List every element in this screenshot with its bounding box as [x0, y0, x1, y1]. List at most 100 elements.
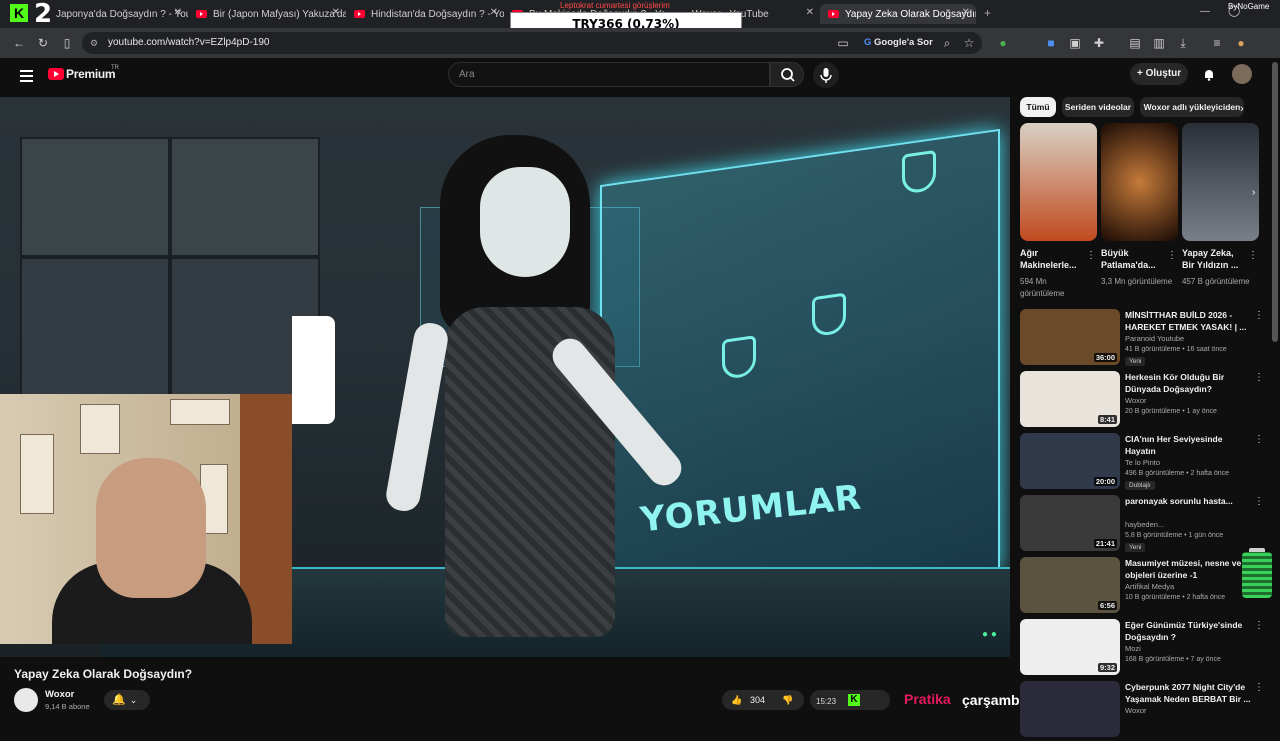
- recommendation-channel[interactable]: Woxor: [1125, 396, 1147, 405]
- ask-google-label: Google'a Sor: [874, 37, 933, 48]
- close-tab-icon[interactable]: ✕: [962, 7, 970, 18]
- short-thumbnail[interactable]: [1101, 123, 1178, 241]
- recommendation-item[interactable]: 9:32 Eğer Günümüz Türkiye'sinde Doğsaydın…: [1020, 619, 1270, 679]
- short-thumbnail[interactable]: [1182, 123, 1259, 241]
- recommendation-item[interactable]: Cyberpunk 2077 Night City'de Yaşamak Ned…: [1020, 681, 1270, 741]
- more-vert-icon[interactable]: ⋮: [1254, 682, 1264, 693]
- recommendation-channel[interactable]: Paranoid Youtube: [1125, 334, 1184, 343]
- close-tab-icon[interactable]: ✕: [174, 7, 182, 18]
- recommendation-title[interactable]: CIA'nın Her Seviyesinde Hayatın: [1125, 433, 1253, 457]
- chip-uploader[interactable]: Woxor adlı yükleyiciden: [1140, 97, 1244, 117]
- channel-avatar[interactable]: [14, 688, 38, 712]
- recommendation-title[interactable]: Masumiyet müzesi, nesne ve objeleri üzer…: [1125, 557, 1253, 581]
- search-button[interactable]: [770, 62, 804, 87]
- dislike-icon[interactable]: 👎: [782, 690, 793, 710]
- translate-icon[interactable]: ■: [1044, 36, 1058, 50]
- recommendation-thumbnail[interactable]: 8:41: [1020, 371, 1120, 427]
- channel-subscribers: 9,14 B abone: [45, 702, 90, 711]
- recommendation-channel[interactable]: Woxor: [1125, 706, 1147, 715]
- close-tab-icon[interactable]: ✕: [332, 7, 340, 18]
- recommendation-thumbnail[interactable]: 20:00: [1020, 433, 1120, 489]
- reading-icon[interactable]: ▥: [1152, 36, 1166, 50]
- tab-japonya[interactable]: Japonya'da Doğsaydın ? - YouT ✕: [48, 4, 188, 24]
- youtube-premium-brand[interactable]: Premium: [66, 67, 116, 81]
- ask-google-button[interactable]: G Google'a Sor: [858, 32, 939, 54]
- chevron-right-icon[interactable]: ›: [1240, 103, 1244, 115]
- voice-search-button[interactable]: [813, 62, 839, 88]
- recommendation-title[interactable]: MİNSİTTHAR BUİLD 2026 - HAREKET ETMEK YA…: [1125, 309, 1253, 333]
- zoom-icon[interactable]: ⌕: [940, 36, 954, 50]
- minimize-icon[interactable]: —: [1200, 6, 1210, 17]
- back-icon[interactable]: ←: [12, 36, 26, 50]
- more-vert-icon[interactable]: ⋮: [1254, 620, 1264, 631]
- split-view-icon[interactable]: ▤: [1128, 36, 1142, 50]
- more-vert-icon[interactable]: ⋮: [1248, 250, 1258, 261]
- recommendation-item[interactable]: 6:56 Masumiyet müzesi, nesne ve objeleri …: [1020, 557, 1270, 617]
- sidebar-icon[interactable]: ▯: [60, 36, 74, 50]
- recommendation-title[interactable]: paronayak sorunlu hasta...: [1125, 495, 1253, 519]
- media-icon[interactable]: ≡: [1210, 36, 1224, 50]
- recommendation-channel[interactable]: Artifikal Medya: [1125, 582, 1174, 591]
- extension-icon[interactable]: ●: [996, 36, 1010, 50]
- bookmark-star-icon[interactable]: ☆: [962, 36, 976, 50]
- more-vert-icon[interactable]: ⋮: [1254, 372, 1264, 383]
- reload-icon[interactable]: ↻: [36, 36, 50, 50]
- recommendation-thumbnail[interactable]: 6:56: [1020, 557, 1120, 613]
- microphone-icon: [820, 68, 832, 83]
- notifications-bell-icon[interactable]: [1202, 67, 1216, 81]
- recommendation-thumbnail[interactable]: 9:32: [1020, 619, 1120, 675]
- more-vert-icon[interactable]: ⋮: [1254, 434, 1264, 445]
- create-button[interactable]: + Oluştur: [1130, 63, 1188, 85]
- recommendation-badge: Yeni: [1125, 543, 1146, 552]
- recommendation-item[interactable]: 21:41 paronayak sorunlu hasta... haybeden.…: [1020, 495, 1270, 555]
- profile-icon[interactable]: ●: [1234, 36, 1248, 50]
- short-thumbnail[interactable]: [1020, 123, 1097, 241]
- channel-name[interactable]: Woxor: [45, 689, 74, 700]
- video-duration: 36:00: [1093, 353, 1117, 362]
- like-icon[interactable]: 👍: [731, 690, 742, 710]
- youtube-logo-icon[interactable]: [48, 68, 64, 80]
- cast-icon[interactable]: ▭: [836, 36, 850, 50]
- account-avatar[interactable]: [1232, 64, 1252, 84]
- new-tab-icon[interactable]: +: [984, 6, 991, 20]
- chevron-right-icon[interactable]: ›: [1252, 187, 1255, 198]
- recommendation-title[interactable]: Herkesin Kör Olduğu Bir Dünyada Doğsaydı…: [1125, 371, 1253, 395]
- recommendation-channel[interactable]: Mozi: [1125, 644, 1141, 653]
- short-title[interactable]: Yapay Zeka, Bir Yıldızın ...: [1182, 247, 1248, 271]
- more-vert-icon[interactable]: ⋮: [1254, 310, 1264, 321]
- tab-hindistan[interactable]: Hindistan'da Doğsaydın ? - You ✕: [346, 4, 504, 24]
- tab-yapay-zeka[interactable]: Yapay Zeka Olarak Doğsaydın? ✕: [820, 4, 976, 24]
- search-input[interactable]: Ara: [448, 62, 770, 87]
- extension-icon[interactable]: ▣: [1068, 36, 1082, 50]
- recommendation-item[interactable]: 8:41 Herkesin Kör Olduğu Bir Dünyada Doğs…: [1020, 371, 1270, 431]
- recommendation-title[interactable]: Cyberpunk 2077 Night City'de Yaşamak Ned…: [1125, 681, 1253, 705]
- download-icon[interactable]: ⤓: [1176, 36, 1190, 50]
- chip-all[interactable]: Tümü: [1020, 97, 1056, 117]
- close-tab-icon[interactable]: ✕: [806, 7, 814, 18]
- site-info-icon[interactable]: ⚙: [90, 32, 98, 54]
- more-vert-icon[interactable]: ⋮: [1086, 250, 1096, 261]
- recommendation-channel[interactable]: haybeden...: [1125, 520, 1164, 529]
- subscription-bell-button[interactable]: 🔔 ⌄: [104, 690, 150, 710]
- extensions-puzzle-icon[interactable]: ✚: [1092, 36, 1106, 50]
- bynogame-watermark: ByNoGame: [1228, 2, 1270, 11]
- recommendation-thumbnail[interactable]: 21:41: [1020, 495, 1120, 551]
- menu-icon[interactable]: [20, 70, 33, 82]
- page-scrollbar[interactable]: [1272, 62, 1278, 342]
- recommendation-item[interactable]: 36:00 MİNSİTTHAR BUİLD 2026 - HAREKET ETM…: [1020, 309, 1270, 369]
- close-tab-icon[interactable]: ✕: [490, 7, 498, 18]
- recommendation-title[interactable]: Eğer Günümüz Türkiye'sinde Doğsaydın ?: [1125, 619, 1253, 643]
- short-title[interactable]: Büyük Patlama'da...: [1101, 247, 1167, 271]
- recommendation-thumbnail[interactable]: [1020, 681, 1120, 737]
- tab-yakuza[interactable]: Bir (Japon Mafyası) Yakuza'da D ✕: [188, 4, 346, 24]
- recommendation-channel[interactable]: Te lo Pinto: [1125, 458, 1160, 467]
- recommendation-item[interactable]: 20:00 CIA'nın Her Seviyesinde Hayatın Te l…: [1020, 433, 1270, 493]
- short-title[interactable]: Ağır Makinelerle...: [1020, 247, 1086, 271]
- video-duration: 21:41: [1093, 539, 1117, 548]
- video-player[interactable]: YORUMLAR ● ●: [0, 97, 1010, 657]
- chip-series[interactable]: Seriden videolar: [1062, 97, 1134, 117]
- like-dislike-group[interactable]: 👍 304 👎: [722, 690, 804, 710]
- more-vert-icon[interactable]: ⋮: [1167, 250, 1177, 261]
- recommendation-thumbnail[interactable]: 36:00: [1020, 309, 1120, 365]
- more-vert-icon[interactable]: ⋮: [1254, 496, 1264, 507]
